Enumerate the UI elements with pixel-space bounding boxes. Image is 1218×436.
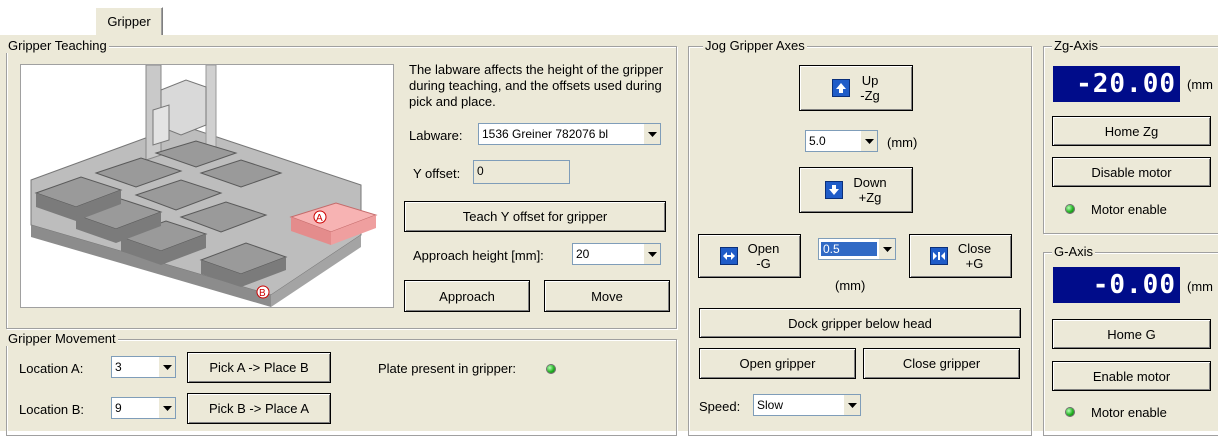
g-readout-value: -0.00 — [1092, 270, 1176, 300]
down-label: Down — [853, 175, 887, 190]
gripper-panel: Gripper Teaching A B The labware affects… — [0, 34, 1218, 436]
down-axis-label: +Zg — [858, 190, 882, 205]
location-a-select[interactable]: 3 — [111, 356, 176, 378]
labware-value: 1536 Greiner 782076 bl — [482, 127, 609, 141]
up-axis-label: -Zg — [860, 88, 880, 103]
enable-g-motor-button[interactable]: Enable motor — [1052, 361, 1211, 391]
zg-step-unit: (mm) — [887, 135, 918, 150]
approach-height-select[interactable]: 20 — [572, 243, 661, 265]
speed-select[interactable]: Slow — [753, 394, 861, 416]
teaching-description: The labware affects the height of the gr… — [409, 62, 664, 109]
open-g-label: Open -G — [748, 241, 780, 271]
jog-axes-title: Jog Gripper Axes — [703, 38, 807, 53]
y-offset-field[interactable]: 0 — [473, 160, 570, 184]
g-motor-status: Motor enable — [1091, 405, 1167, 420]
approach-height-value: 20 — [576, 247, 590, 261]
location-a-value: 3 — [115, 360, 122, 374]
tab-gripper[interactable]: Gripper — [95, 7, 163, 35]
dropdown-arrow-icon — [159, 398, 175, 418]
move-button[interactable]: Move — [544, 280, 670, 312]
gripper-movement-group — [6, 339, 677, 436]
teach-y-offset-button[interactable]: Teach Y offset for gripper — [404, 201, 666, 232]
close-axis-label: +G — [965, 256, 984, 271]
close-label: Close — [957, 241, 992, 256]
location-b-value: 9 — [115, 401, 122, 415]
disable-zg-motor-button[interactable]: Disable motor — [1052, 157, 1211, 187]
dropdown-arrow-icon — [644, 124, 660, 144]
zg-motor-status: Motor enable — [1091, 202, 1167, 217]
zg-unit: (mm — [1187, 77, 1213, 92]
dropdown-arrow-icon — [879, 239, 895, 259]
pick-a-place-b-button[interactable]: Pick A -> Place B — [187, 352, 331, 383]
g-step-select[interactable]: 0.5 — [818, 238, 896, 260]
gripper-movement-title: Gripper Movement — [6, 331, 118, 346]
labware-select[interactable]: 1536 Greiner 782076 bl — [478, 123, 661, 145]
g-step-value: 0.5 — [821, 242, 877, 256]
home-zg-button[interactable]: Home Zg — [1052, 116, 1211, 146]
speed-value: Slow — [757, 398, 784, 412]
labware-label: Labware: — [409, 128, 463, 143]
zg-readout-value: -20.00 — [1076, 69, 1176, 99]
up-zg-button[interactable]: Up -Zg — [799, 65, 913, 111]
close-gripper-button[interactable]: Close gripper — [863, 348, 1020, 379]
g-position-readout: -0.00 — [1053, 267, 1180, 303]
open-g-button[interactable]: Open -G — [698, 234, 801, 278]
dropdown-arrow-icon — [644, 244, 660, 264]
plate-present-led-icon — [547, 365, 555, 373]
deck-illustration: A B — [30, 64, 378, 307]
zg-motor-led-icon — [1066, 205, 1074, 213]
plate-present-label: Plate present in gripper: — [378, 361, 517, 376]
up-label: Up — [861, 73, 879, 88]
zg-position-readout: -20.00 — [1053, 66, 1180, 102]
open-gripper-button[interactable]: Open gripper — [699, 348, 856, 379]
location-b-label: Location B: — [19, 402, 85, 417]
zg-step-value: 5.0 — [809, 134, 826, 148]
home-g-button[interactable]: Home G — [1052, 319, 1211, 349]
marker-b-label: B — [259, 288, 266, 299]
deck-image: A B — [20, 64, 394, 308]
open-axis-label: -G — [756, 256, 771, 271]
close-arrows-icon — [929, 247, 948, 265]
open-arrows-icon — [719, 247, 738, 265]
dropdown-arrow-icon — [159, 357, 175, 377]
pick-b-place-a-button[interactable]: Pick B -> Place A — [187, 393, 331, 424]
location-b-select[interactable]: 9 — [111, 397, 176, 419]
down-zg-label: Down +Zg — [853, 175, 886, 205]
dropdown-arrow-icon — [861, 131, 877, 151]
speed-label: Speed: — [699, 399, 741, 414]
dock-gripper-button[interactable]: Dock gripper below head — [699, 308, 1021, 338]
approach-height-label: Approach height [mm]: — [413, 248, 544, 263]
y-offset-label: Y offset: — [413, 166, 461, 181]
gripper-teaching-title: Gripper Teaching — [6, 38, 109, 53]
g-axis-title: G-Axis — [1052, 244, 1095, 259]
zg-step-select[interactable]: 5.0 — [805, 130, 878, 152]
close-g-label: Close +G — [958, 241, 991, 271]
dropdown-arrow-icon — [844, 395, 860, 415]
down-zg-button[interactable]: Down +Zg — [799, 167, 913, 213]
arrow-up-icon — [832, 79, 851, 97]
close-g-button[interactable]: Close +G — [909, 234, 1012, 278]
g-motor-led-icon — [1066, 408, 1074, 416]
location-a-label: Location A: — [19, 361, 84, 376]
up-zg-label: Up -Zg — [860, 73, 880, 103]
open-label: Open — [747, 241, 780, 256]
approach-button[interactable]: Approach — [404, 280, 530, 312]
zg-axis-title: Zg-Axis — [1052, 38, 1101, 53]
g-unit: (mm — [1187, 279, 1213, 294]
marker-a-label: A — [316, 213, 323, 224]
arrow-down-icon — [825, 181, 844, 199]
g-step-unit: (mm) — [835, 278, 866, 293]
